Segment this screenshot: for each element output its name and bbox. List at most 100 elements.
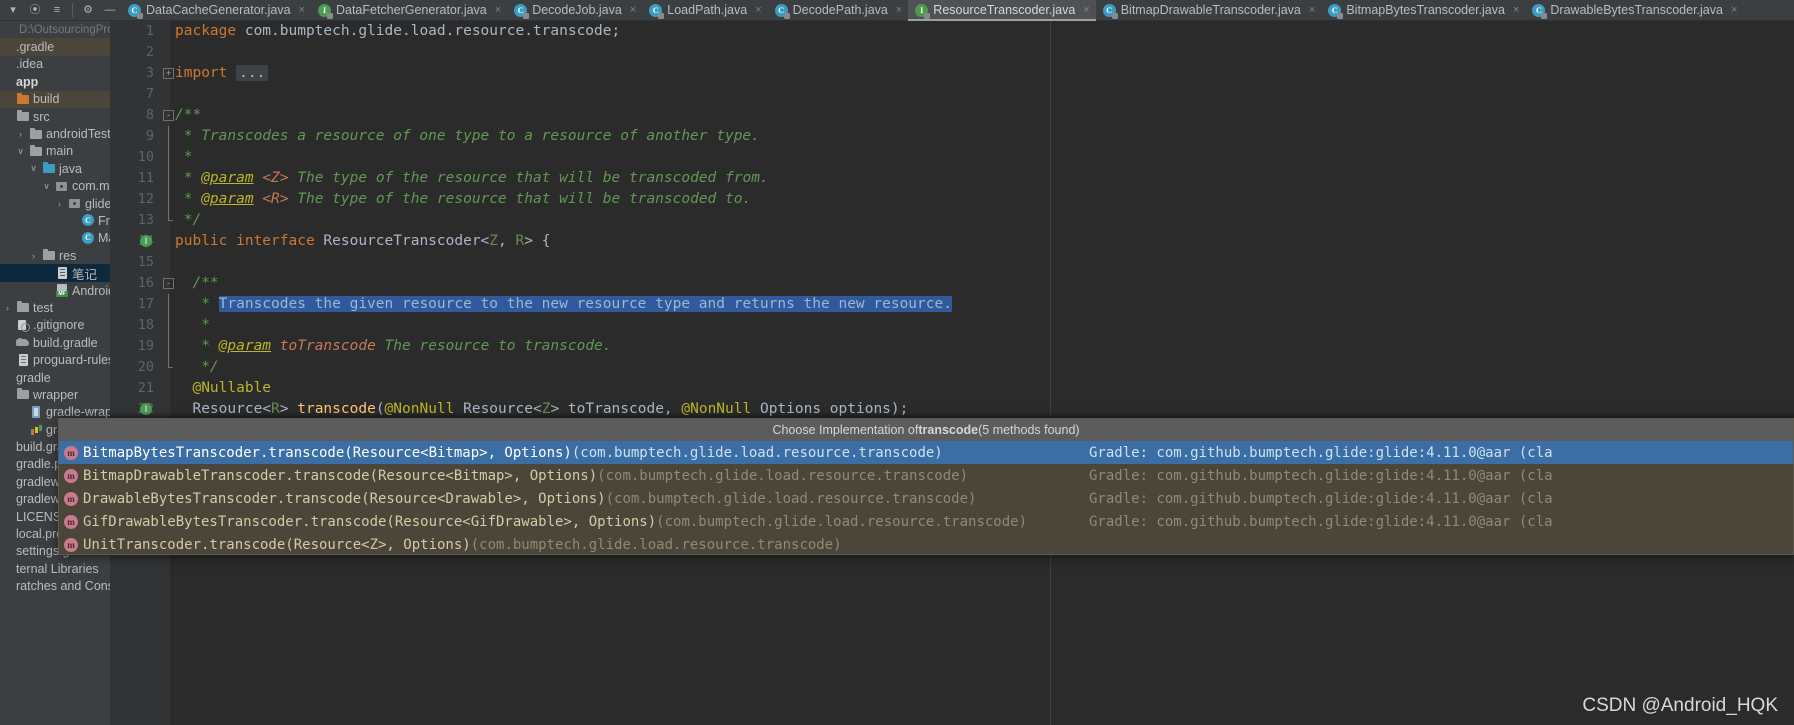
code-editor[interactable]: 1 package com.bumptech.glide.load.resourc… bbox=[110, 21, 1794, 725]
line-number: 16 bbox=[137, 275, 154, 291]
popup-result-row[interactable]: m BitmapDrawableTranscoder.transcode(Reso… bbox=[59, 464, 1793, 487]
tab-close-icon[interactable]: × bbox=[755, 4, 761, 16]
fold-expand-icon[interactable]: + bbox=[163, 68, 174, 79]
chevron-right-icon[interactable]: › bbox=[28, 251, 39, 261]
project-tree-item[interactable]: ∨ com.man bbox=[0, 178, 110, 195]
chevron-down-icon[interactable]: ∨ bbox=[15, 146, 26, 157]
project-tree-item[interactable]: › glide bbox=[0, 195, 110, 212]
interface-file-icon: I bbox=[915, 3, 931, 19]
tab-close-icon[interactable]: × bbox=[1513, 4, 1519, 16]
line-number: 8 bbox=[145, 107, 154, 123]
project-tree-item-label: .gradle bbox=[16, 40, 55, 55]
code-line: 18 * bbox=[110, 315, 1794, 336]
editor-tab[interactable]: C BitmapDrawableTranscoder.java × bbox=[1096, 0, 1322, 21]
cls-icon bbox=[81, 231, 95, 245]
tab-close-icon[interactable]: × bbox=[495, 4, 501, 16]
project-tree-item[interactable]: AndroidMar bbox=[0, 282, 110, 299]
collapse-all-icon[interactable]: ≡ bbox=[46, 0, 68, 20]
popup-row-package: (com.bumptech.glide.load.resource.transc… bbox=[597, 467, 969, 484]
code-line: 13 */ bbox=[110, 210, 1794, 231]
line-number: 12 bbox=[137, 191, 154, 207]
hide-panel-icon[interactable]: — bbox=[99, 0, 121, 20]
project-tree-item[interactable]: ∨ java bbox=[0, 160, 110, 177]
editor-tab[interactable]: I DataFetcherGenerator.java × bbox=[311, 0, 507, 21]
code-line-text: public interface ResourceTranscoder<Z, R… bbox=[175, 233, 551, 249]
tab-close-icon[interactable]: × bbox=[1083, 4, 1089, 16]
project-tree-item-label: wrapper bbox=[33, 387, 79, 402]
popup-result-row[interactable]: m DrawableBytesTranscoder.transcode(Resou… bbox=[59, 487, 1793, 510]
editor-tab[interactable]: C DrawableBytesTranscoder.java × bbox=[1525, 0, 1743, 21]
project-tree-item-label: AndroidMar bbox=[72, 283, 110, 298]
project-tree-item[interactable]: ∨ main bbox=[0, 143, 110, 160]
watermark-label: CSDN @Android_HQK bbox=[1582, 695, 1778, 716]
tab-close-icon[interactable]: × bbox=[1731, 4, 1737, 16]
fold-collapse-icon[interactable] bbox=[168, 210, 173, 221]
editor-tab[interactable]: I ResourceTranscoder.java × bbox=[908, 0, 1097, 21]
popup-title-method: transcode bbox=[918, 423, 979, 437]
fold-collapse-icon[interactable]: - bbox=[163, 278, 174, 289]
choose-implementation-popup[interactable]: Choose Implementation of transcode (5 me… bbox=[58, 418, 1794, 555]
project-tree-item[interactable]: app bbox=[0, 73, 110, 90]
project-tree-sidebar[interactable]: ideD:\OutsourcingPro .gradle .idea app build… bbox=[0, 21, 110, 725]
fold-collapse-icon[interactable]: - bbox=[163, 110, 174, 121]
code-line: 10 * bbox=[110, 147, 1794, 168]
popup-result-row[interactable]: m UnitTranscoder.transcode(Resource<Z>, O… bbox=[59, 533, 1793, 556]
editor-tab[interactable]: C BitmapBytesTranscoder.java × bbox=[1321, 0, 1525, 21]
project-tree-item[interactable]: › test bbox=[0, 299, 110, 316]
tab-close-icon[interactable]: × bbox=[1309, 4, 1315, 16]
popup-title-suffix: (5 methods found) bbox=[978, 423, 1080, 437]
project-tree-item[interactable]: 笔记 bbox=[0, 264, 110, 282]
code-text-area[interactable]: 1 package com.bumptech.glide.load.resourc… bbox=[110, 21, 1794, 725]
editor-tab[interactable]: C DecodePath.java × bbox=[768, 0, 909, 21]
fold-collapse-icon[interactable] bbox=[168, 357, 173, 368]
project-tree-item[interactable]: ideD:\OutsourcingPro bbox=[0, 21, 110, 38]
tab-close-icon[interactable]: × bbox=[299, 4, 305, 16]
code-line-text: * bbox=[175, 149, 193, 165]
chevron-down-icon[interactable]: ∨ bbox=[41, 181, 52, 192]
project-tree-item[interactable]: wrapper bbox=[0, 386, 110, 403]
project-tree-item[interactable]: gradle bbox=[0, 369, 110, 386]
target-icon[interactable]: ⦿ bbox=[24, 0, 46, 20]
editor-tab[interactable]: C DecodeJob.java × bbox=[507, 0, 642, 21]
project-tree-item-label: java bbox=[59, 161, 82, 176]
popup-row-signature: DrawableBytesTranscoder.transcode(Resour… bbox=[83, 490, 606, 507]
editor-tab[interactable]: C DataCacheGenerator.java × bbox=[121, 0, 311, 21]
popup-result-row[interactable]: m BitmapBytesTranscoder.transcode(Resourc… bbox=[59, 441, 1793, 464]
code-line-text: /** bbox=[175, 107, 202, 123]
project-tree-item[interactable]: MainA bbox=[0, 230, 110, 247]
code-line: 16- /** bbox=[110, 273, 1794, 294]
chevron-right-icon[interactable]: › bbox=[2, 303, 13, 313]
project-tree-item[interactable]: › androidTest bbox=[0, 125, 110, 142]
editor-tab[interactable]: C LoadPath.java × bbox=[642, 0, 767, 21]
project-tree-item[interactable]: .gitignore bbox=[0, 317, 110, 334]
code-line-text: * @param <Z> The type of the resource th… bbox=[175, 170, 769, 186]
project-tree-item[interactable]: .idea bbox=[0, 56, 110, 73]
project-tree-item[interactable]: › res bbox=[0, 247, 110, 264]
popup-result-row[interactable]: m GifDrawableBytesTranscoder.transcode(Re… bbox=[59, 510, 1793, 533]
project-tree-item[interactable]: src bbox=[0, 108, 110, 125]
project-tree-item[interactable]: proguard-rules.pr bbox=[0, 351, 110, 368]
folder-icon bbox=[16, 301, 30, 314]
tab-close-icon[interactable]: × bbox=[896, 4, 902, 16]
tab-close-icon[interactable]: × bbox=[630, 4, 636, 16]
project-tree-item[interactable]: ratches and Consoles bbox=[0, 578, 110, 595]
settings-gear-icon[interactable]: ⚙ bbox=[77, 0, 99, 20]
implementation-gutter-icon[interactable]: I bbox=[140, 235, 152, 247]
popup-title: Choose Implementation of transcode (5 me… bbox=[59, 419, 1793, 441]
code-line-text: @Nullable bbox=[175, 380, 272, 396]
code-line: 20 */ bbox=[110, 357, 1794, 378]
project-tree-item[interactable]: Fragm bbox=[0, 212, 110, 229]
chevron-down-icon[interactable]: ∨ bbox=[28, 163, 39, 174]
chevron-right-icon[interactable]: › bbox=[54, 199, 65, 209]
project-tree-item[interactable]: ternal Libraries bbox=[0, 560, 110, 577]
editor-tab-label: ResourceTranscoder.java bbox=[933, 3, 1076, 17]
project-tree-item-label: ternal Libraries bbox=[16, 561, 99, 576]
project-tree-item[interactable]: .gradle bbox=[0, 38, 110, 56]
back-dropdown-icon[interactable]: ▾ bbox=[2, 0, 24, 20]
method-icon: m bbox=[64, 491, 78, 506]
chevron-right-icon[interactable]: › bbox=[15, 129, 26, 139]
project-tree-item[interactable]: build bbox=[0, 90, 110, 108]
code-line-text: /** bbox=[175, 275, 219, 291]
code-line: 19 * @param toTranscode The resource to … bbox=[110, 336, 1794, 357]
project-tree-item[interactable]: build.gradle bbox=[0, 334, 110, 351]
